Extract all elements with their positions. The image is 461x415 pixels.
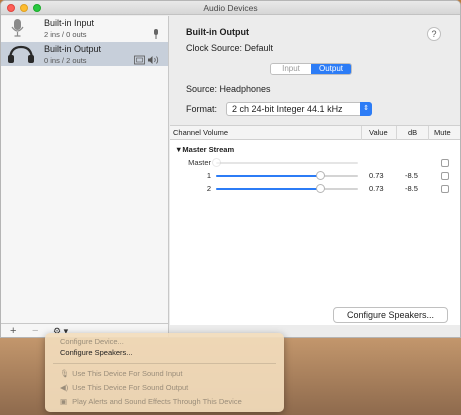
device-item-built-in-output[interactable]: Built-in Output 0 ins / 2 outs xyxy=(1,42,168,66)
channel-db: -8.5 xyxy=(405,171,418,180)
column-header-value[interactable]: Value xyxy=(369,126,388,140)
format-select[interactable]: 2 ch 24-bit Integer 44.1 kHz ⇕ xyxy=(226,102,372,116)
speaker-icon: ◀) xyxy=(60,383,69,392)
slider-fill xyxy=(216,188,320,190)
help-button[interactable]: ? xyxy=(427,27,441,41)
clock-source: Clock Source: Default xyxy=(186,43,274,53)
menu-item-use-for-input[interactable]: 🎙 Use This Device For Sound Input xyxy=(60,369,182,378)
tab-output[interactable]: Output xyxy=(311,64,351,74)
device-name: Built-in Input xyxy=(44,18,95,28)
column-header-channel-volume[interactable]: Channel Volume xyxy=(173,126,228,140)
slider-fill xyxy=(216,175,320,177)
device-detail-panel: Built-in Output Clock Source: Default ? … xyxy=(170,16,460,337)
output-indicator-icon xyxy=(134,55,160,67)
column-header-db[interactable]: dB xyxy=(408,126,417,140)
channel-value: 0.73 xyxy=(369,171,384,180)
device-title: Built-in Output xyxy=(186,27,249,37)
device-list: Built-in Input 2 ins / 0 outs Built-in O… xyxy=(1,16,169,337)
volume-slider[interactable] xyxy=(212,158,358,167)
menu-separator xyxy=(53,363,276,364)
device-io: 0 ins / 2 outs xyxy=(44,56,87,65)
menu-item-label: Use This Device For Sound Output xyxy=(72,383,189,392)
menu-item-label: Play Alerts and Sound Effects Through Th… xyxy=(72,397,242,406)
window-title: Audio Devices xyxy=(203,3,258,13)
zoom-button[interactable] xyxy=(33,4,41,12)
volume-slider[interactable] xyxy=(216,171,358,180)
add-device-button[interactable]: + xyxy=(10,325,16,337)
title-bar: Audio Devices xyxy=(1,1,460,15)
group-label: ▼Master Stream xyxy=(175,145,235,154)
channel-label: Master xyxy=(188,158,211,167)
table-row: Master xyxy=(170,157,460,169)
microphone-icon: 🎙 xyxy=(60,369,70,378)
channel-value: 0.73 xyxy=(369,184,384,193)
remove-device-button[interactable]: − xyxy=(32,325,38,337)
table-row: 1 0.73 -8.5 xyxy=(170,170,460,182)
configure-speakers-button[interactable]: Configure Speakers... xyxy=(333,307,448,323)
close-button[interactable] xyxy=(7,4,15,12)
column-header-mute[interactable]: Mute xyxy=(434,126,451,140)
slider-knob[interactable] xyxy=(212,158,221,167)
mute-checkbox[interactable] xyxy=(441,159,449,167)
table-row: 2 0.73 -8.5 xyxy=(170,183,460,195)
mute-checkbox[interactable] xyxy=(441,172,449,180)
slider-knob[interactable] xyxy=(315,171,325,180)
gear-context-menu: Configure Device... Configure Speakers..… xyxy=(45,333,284,412)
menu-item-use-for-output[interactable]: ◀) Use This Device For Sound Output xyxy=(60,383,188,392)
mute-checkbox[interactable] xyxy=(441,185,449,193)
device-item-built-in-input[interactable]: Built-in Input 2 ins / 0 outs xyxy=(1,16,168,40)
tab-input[interactable]: Input xyxy=(271,64,311,74)
channel-volume-table: Channel Volume Value dB Mute ▼Master Str… xyxy=(170,125,460,325)
channel-label: 2 xyxy=(206,184,211,193)
menu-item-configure-speakers[interactable]: Configure Speakers... xyxy=(60,348,133,357)
format-value: 2 ch 24-bit Integer 44.1 kHz xyxy=(232,104,343,114)
headphones-icon xyxy=(5,44,37,64)
menu-item-configure-device[interactable]: Configure Device... xyxy=(60,337,124,346)
device-name: Built-in Output xyxy=(44,44,102,54)
chevron-updown-icon: ⇕ xyxy=(360,102,372,116)
menu-item-play-alerts[interactable]: ▣ Play Alerts and Sound Effects Through … xyxy=(60,397,242,406)
table-header: Channel Volume Value dB Mute xyxy=(170,126,460,140)
volume-slider[interactable] xyxy=(216,184,358,193)
format-label: Format: xyxy=(186,104,218,114)
minimize-button[interactable] xyxy=(20,4,28,12)
source-label: Source: Headphones xyxy=(186,84,271,94)
microphone-icon xyxy=(5,18,37,38)
menu-item-label: Use This Device For Sound Input xyxy=(72,369,183,378)
table-group-row[interactable]: ▼Master Stream xyxy=(170,144,460,156)
audio-devices-window: Audio Devices Built-in Input 2 ins / 0 o… xyxy=(0,0,461,338)
slider-knob[interactable] xyxy=(315,184,325,193)
device-io: 2 ins / 0 outs xyxy=(44,30,87,39)
alert-icon: ▣ xyxy=(60,397,68,406)
io-tab-control: Input Output xyxy=(270,63,352,75)
input-indicator-icon xyxy=(152,29,160,41)
channel-label: 1 xyxy=(206,171,211,180)
channel-db: -8.5 xyxy=(405,184,418,193)
